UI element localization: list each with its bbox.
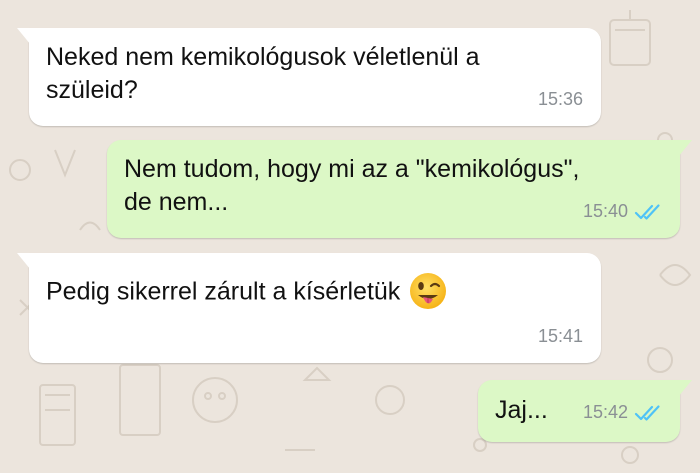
message-text: Pedig sikerrel zárult a kísérletük (46, 277, 401, 306)
message-text: Jaj... (495, 396, 548, 424)
message-text: Nem tudom, hogy mi az a "kemikológus", d… (124, 155, 580, 216)
incoming-message-bubble[interactable]: Neked nem kemikológusok véletlenül a szü… (17, 28, 601, 126)
incoming-message-bubble[interactable]: Pedig sikerrel zárult a kísérletük 15:41 (17, 253, 601, 363)
message-text-line: Pedig sikerrel zárult a kísérletük (46, 273, 448, 313)
message-timestamp: 15:40 (582, 201, 628, 221)
bubble-tail-icon (17, 253, 35, 275)
double-check-read-icon (634, 203, 660, 220)
bubble-tail-icon (674, 140, 692, 162)
bubble-tail-icon (17, 28, 35, 50)
outgoing-message-bubble[interactable]: Nem tudom, hogy mi az a "kemikológus", d… (107, 140, 692, 238)
double-check-read-icon (634, 404, 660, 421)
message-text: Neked nem kemikológusok véletlenül a szü… (46, 43, 480, 104)
message-meta: 15:42 (583, 396, 662, 429)
message-timestamp: 15:36 (537, 89, 583, 109)
outgoing-message-bubble[interactable]: Jaj... 15:42 (478, 380, 692, 442)
bubble-tail-icon (674, 380, 692, 402)
message-timestamp: 15:41 (537, 326, 583, 346)
message-meta: 15:40 (583, 195, 662, 228)
winking-face-with-tongue-emoji (410, 273, 447, 309)
message-timestamp: 15:42 (582, 402, 628, 422)
message-meta: 15:41 (538, 320, 583, 353)
message-meta: 15:36 (538, 83, 583, 116)
